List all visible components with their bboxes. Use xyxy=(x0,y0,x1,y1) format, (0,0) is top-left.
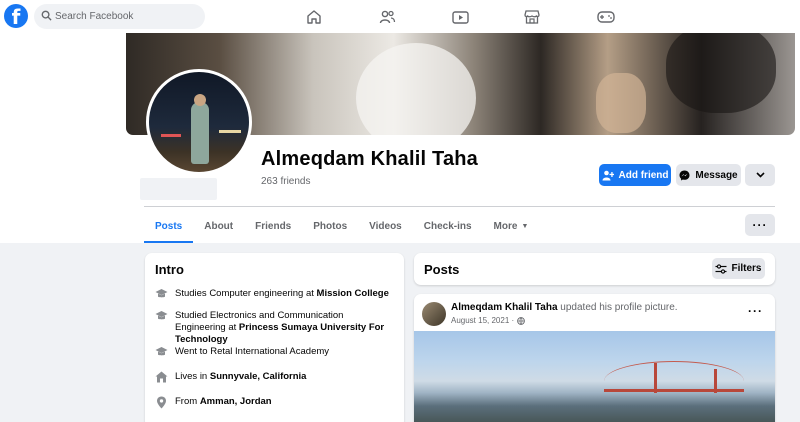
intro-item-lives-in: Lives in Sunnyvale, California xyxy=(155,371,395,383)
profile-tabs: Posts About Friends Photos Videos Check-… xyxy=(144,213,539,243)
home-icon xyxy=(155,371,168,383)
post-headline: Almeqdam Khalil Taha updated his profile… xyxy=(451,302,678,313)
post-options-button[interactable]: ··· xyxy=(748,304,763,318)
tab-about[interactable]: About xyxy=(193,213,244,243)
tabs-more-options-button[interactable]: ··· xyxy=(745,214,775,236)
intro-item-from: From Amman, Jordan xyxy=(155,396,395,409)
intro-item-education-1: Studies Computer engineering at Mission … xyxy=(155,288,395,300)
tab-videos[interactable]: Videos xyxy=(358,213,413,243)
friends-icon[interactable] xyxy=(376,6,398,28)
education-icon xyxy=(155,289,168,298)
blurred-area xyxy=(140,178,217,200)
facebook-logo-icon[interactable]: f xyxy=(4,4,28,29)
top-navigation-bar: f xyxy=(0,0,800,33)
filters-button[interactable]: Filters xyxy=(712,258,765,279)
search-input[interactable] xyxy=(55,7,195,26)
add-friend-label: Add friend xyxy=(618,169,669,181)
search-box[interactable] xyxy=(34,4,205,29)
intro-item-education-2: Studied Electronics and Communication En… xyxy=(155,310,395,346)
post-author-avatar[interactable] xyxy=(422,302,446,326)
intro-card: Intro Studies Computer engineering at Mi… xyxy=(145,253,404,422)
chevron-down-icon xyxy=(755,172,765,178)
header-divider xyxy=(144,206,775,207)
search-icon xyxy=(41,10,52,21)
education-icon xyxy=(155,347,168,356)
post-card: Almeqdam Khalil Taha updated his profile… xyxy=(414,294,775,422)
tab-friends[interactable]: Friends xyxy=(244,213,302,243)
filters-label: Filters xyxy=(731,263,762,274)
post-date[interactable]: August 15, 2021 · xyxy=(451,316,514,325)
add-friend-button[interactable]: Add friend xyxy=(599,164,671,186)
post-author-name[interactable]: Almeqdam Khalil Taha xyxy=(451,302,558,313)
profile-options-button[interactable] xyxy=(745,164,775,186)
post-meta: August 15, 2021 · xyxy=(451,316,526,325)
posts-header-card: Posts Filters xyxy=(414,253,775,285)
profile-name: Almeqdam Khalil Taha xyxy=(261,148,479,170)
messenger-icon xyxy=(679,170,690,180)
gaming-icon[interactable] xyxy=(595,6,617,28)
add-friend-icon xyxy=(602,170,614,180)
home-icon[interactable] xyxy=(303,6,325,28)
filters-icon xyxy=(715,263,727,274)
tab-photos[interactable]: Photos xyxy=(302,213,358,243)
marketplace-icon[interactable] xyxy=(521,6,543,28)
tab-more-label: More xyxy=(493,221,518,232)
message-label: Message xyxy=(695,169,738,181)
posts-title: Posts xyxy=(424,262,460,277)
intro-item-education-3: Went to Retal International Academy xyxy=(155,346,395,358)
tab-posts[interactable]: Posts xyxy=(144,213,194,243)
post-image[interactable] xyxy=(414,331,775,422)
education-icon xyxy=(155,311,168,320)
caret-down-icon: ▼ xyxy=(521,223,529,230)
intro-title: Intro xyxy=(155,262,184,277)
profile-picture[interactable] xyxy=(146,69,252,175)
tab-more[interactable]: More ▼ xyxy=(483,213,540,243)
watch-icon[interactable] xyxy=(449,6,471,28)
profile-header: Almeqdam Khalil Taha 263 friends Add fri… xyxy=(0,33,800,243)
friends-count[interactable]: 263 friends xyxy=(261,176,310,187)
message-button[interactable]: Message xyxy=(676,164,741,186)
tab-checkins[interactable]: Check-ins xyxy=(413,213,483,243)
post-action: updated his profile picture. xyxy=(557,302,678,313)
location-pin-icon xyxy=(157,396,166,409)
public-globe-icon xyxy=(517,316,526,325)
